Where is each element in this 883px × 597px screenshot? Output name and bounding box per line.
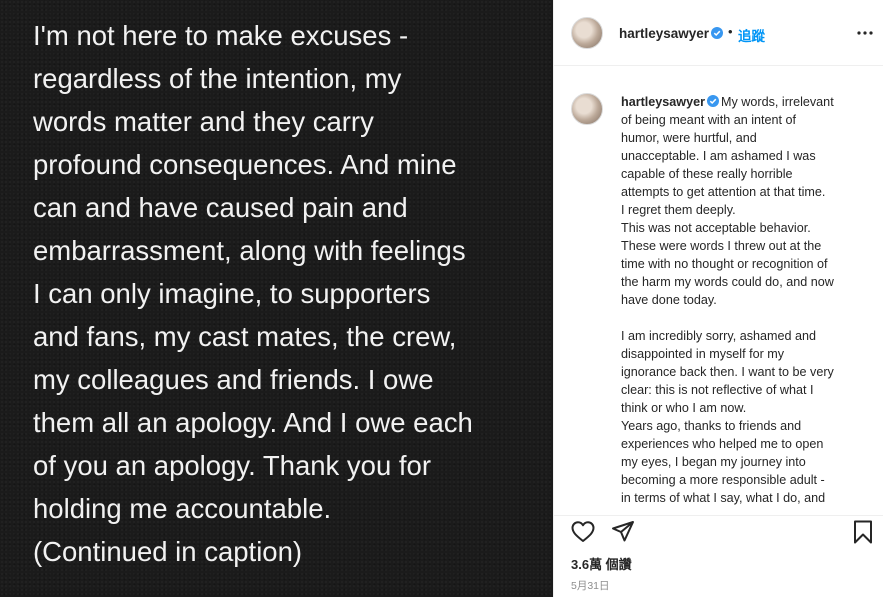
post-date[interactable]: 5月31日 — [571, 578, 610, 593]
post-header: hartleysawyer • 追蹤 — [554, 0, 883, 66]
heart-icon[interactable] — [570, 519, 596, 545]
caption-area[interactable]: hartleysawyer My words, irrelevant of bei… — [554, 67, 883, 515]
caption-username[interactable]: hartleysawyer — [621, 95, 705, 109]
post-actions: 3.6萬 個讚 5月31日 — [554, 515, 883, 597]
caption-avatar[interactable] — [571, 93, 603, 125]
more-options-icon[interactable] — [856, 24, 874, 42]
caption: hartleysawyer My words, irrelevant of bei… — [621, 93, 864, 507]
post-image[interactable]: I'm not here to make excuses - regardles… — [0, 0, 553, 597]
verified-badge-icon — [711, 27, 723, 39]
header-username[interactable]: hartleysawyer — [619, 26, 709, 41]
post-side-panel: hartleysawyer • 追蹤 hartleysawyer My words… — [553, 0, 883, 597]
post-image-text: I'm not here to make excuses - regardles… — [33, 20, 473, 567]
follow-button[interactable]: 追蹤 — [738, 25, 765, 45]
share-icon[interactable] — [610, 519, 636, 545]
avatar[interactable] — [571, 17, 603, 49]
likes-count[interactable]: 3.6萬 個讚 — [571, 554, 632, 573]
verified-badge-icon — [707, 95, 720, 107]
header-separator: • — [728, 24, 733, 39]
bookmark-icon[interactable] — [850, 519, 876, 545]
caption-text: My words, irrelevant of being meant with… — [621, 95, 834, 505]
